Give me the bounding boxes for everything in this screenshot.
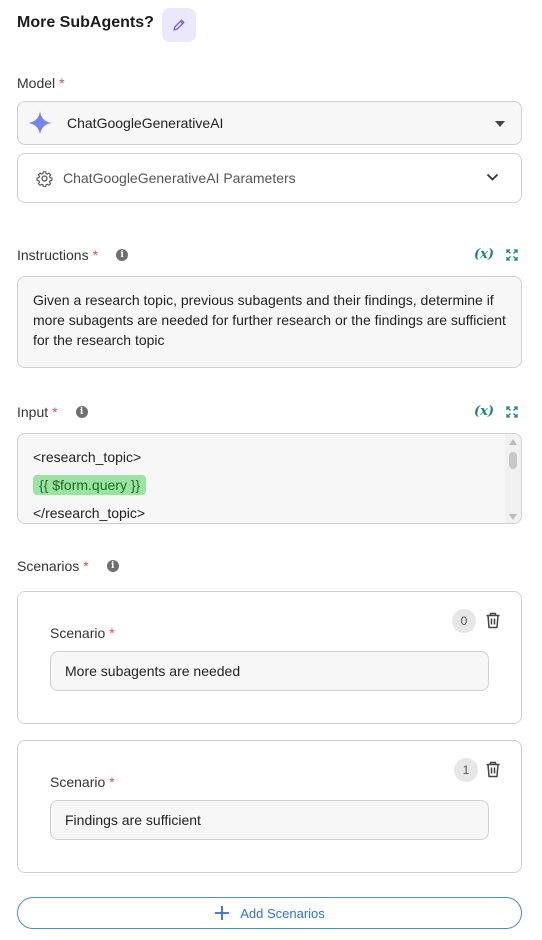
required-marker: * (109, 774, 115, 790)
required-marker: * (109, 625, 115, 641)
info-icon[interactable]: i (106, 560, 119, 572)
scenario-card: 1 Scenario * Findings are sufficient (17, 740, 522, 873)
input-label: Input * i (17, 404, 88, 420)
required-marker: * (59, 75, 65, 91)
add-scenarios-button[interactable]: Add Scenarios (17, 897, 522, 929)
insert-variable-button[interactable]: (x) (474, 404, 494, 419)
add-scenarios-label: Add Scenarios (240, 905, 325, 921)
scrollbar-thumb[interactable] (509, 452, 517, 469)
info-icon[interactable]: i (75, 406, 88, 418)
node-title: More SubAgents? (17, 14, 154, 31)
required-marker: * (92, 247, 99, 263)
required-marker: * (52, 404, 58, 420)
pencil-icon (173, 19, 185, 31)
plus-icon (215, 906, 230, 920)
model-parameters-label: ChatGoogleGenerativeAI Parameters (63, 170, 296, 186)
scroll-down-arrow-icon[interactable] (509, 514, 517, 520)
gear-icon (36, 170, 53, 187)
editor-line: </research_topic> (33, 505, 146, 521)
scenario-input[interactable]: Findings are sufficient (50, 800, 489, 840)
gemini-sparkle-icon (28, 111, 52, 135)
instructions-tools: (x) (474, 247, 518, 262)
scenario-index-badge: 1 (454, 758, 478, 782)
model-parameters-accordion[interactable]: ChatGoogleGenerativeAI Parameters (17, 153, 522, 203)
expand-icon[interactable] (506, 248, 518, 261)
edit-title-button[interactable] (162, 8, 196, 42)
chevron-down-icon (486, 173, 499, 181)
scenario-index-badge: 0 (452, 609, 476, 633)
input-tools: (x) (474, 404, 518, 419)
model-selected-value: ChatGoogleGenerativeAI (67, 115, 224, 131)
scenario-label: Scenario * (50, 774, 115, 790)
required-marker: * (83, 558, 89, 574)
trash-icon[interactable] (485, 761, 501, 778)
scenario-label: Scenario * (50, 625, 115, 641)
expand-icon[interactable] (506, 405, 518, 418)
model-label: Model * (17, 75, 65, 91)
editor-line: <research_topic> (33, 449, 142, 465)
model-select[interactable]: ChatGoogleGenerativeAI (17, 101, 522, 145)
instructions-textarea[interactable]: Given a research topic, previous subagen… (17, 276, 522, 368)
info-icon[interactable]: i (116, 249, 129, 261)
scenario-input[interactable]: More subagents are needed (50, 651, 489, 691)
instructions-label: Instructions * i (17, 247, 129, 263)
insert-variable-button[interactable]: (x) (474, 247, 494, 262)
input-editor[interactable]: <research_topic> {{ $form.query }} </res… (17, 433, 522, 524)
trash-icon[interactable] (485, 612, 501, 629)
scroll-up-arrow-icon[interactable] (509, 439, 517, 445)
scenarios-label: Scenarios * i (17, 558, 119, 574)
vertical-scrollbar[interactable] (505, 434, 521, 523)
variable-chip[interactable]: {{ $form.query }} (33, 475, 147, 495)
scenario-card: 0 Scenario * More subagents are needed (17, 591, 522, 724)
caret-down-icon (495, 121, 505, 127)
